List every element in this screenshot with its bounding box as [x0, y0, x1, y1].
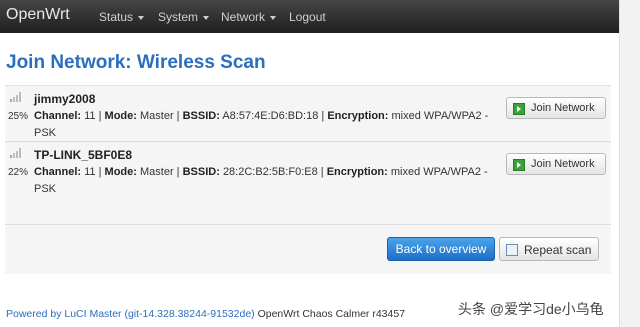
network-details: Channel: 11 | Mode: Master | BSSID: A8:5…: [34, 110, 489, 139]
nav-status-menu[interactable]: Status: [99, 10, 145, 24]
caret-down-icon: [203, 15, 210, 20]
join-network-label: Join Network: [531, 102, 595, 114]
nav-network-menu[interactable]: Network: [221, 10, 277, 24]
repeat-scan-label: Repeat scan: [524, 243, 592, 257]
join-network-icon: [513, 103, 525, 115]
signal-percent: 22%: [8, 167, 29, 178]
page-title: Join Network: Wireless Scan: [6, 52, 266, 73]
powered-by-link[interactable]: Powered by LuCI Master (git-14.328.38244…: [6, 308, 255, 320]
network-details: Channel: 11 | Mode: Master | BSSID: 28:2…: [34, 166, 488, 195]
caret-down-icon: [138, 15, 145, 20]
row-divider: [5, 224, 611, 225]
network-ssid: jimmy2008: [34, 92, 96, 106]
watermark: 头条 @爱学习de小乌龟: [458, 301, 604, 317]
signal-strength-icon: [10, 92, 24, 102]
top-navbar: OpenWrt Status System Network Logout: [0, 0, 620, 33]
nav-system-menu[interactable]: System: [158, 10, 210, 24]
nav-system-label: System: [158, 10, 199, 24]
vertical-scrollbar[interactable]: [619, 0, 640, 327]
back-to-overview-button[interactable]: Back to overview: [387, 237, 495, 261]
join-network-button[interactable]: Join Network: [506, 153, 606, 175]
join-network-button[interactable]: Join Network: [506, 97, 606, 119]
refresh-icon: [506, 244, 518, 256]
caret-down-icon: [270, 15, 277, 20]
brand-logo[interactable]: OpenWrt: [6, 6, 70, 24]
signal-strength-icon: [10, 148, 24, 158]
footer: Powered by LuCI Master (git-14.328.38244…: [6, 308, 405, 320]
nav-logout-link[interactable]: Logout: [289, 10, 326, 24]
network-ssid: TP-LINK_5BF0E8: [34, 148, 133, 162]
nav-status-label: Status: [99, 10, 134, 24]
firmware-version: OpenWrt Chaos Calmer r43457: [257, 308, 406, 320]
signal-percent: 25%: [8, 111, 29, 122]
repeat-scan-button[interactable]: Repeat scan: [499, 237, 599, 261]
join-network-label: Join Network: [531, 158, 595, 170]
nav-network-label: Network: [221, 10, 266, 24]
join-network-icon: [513, 159, 525, 171]
